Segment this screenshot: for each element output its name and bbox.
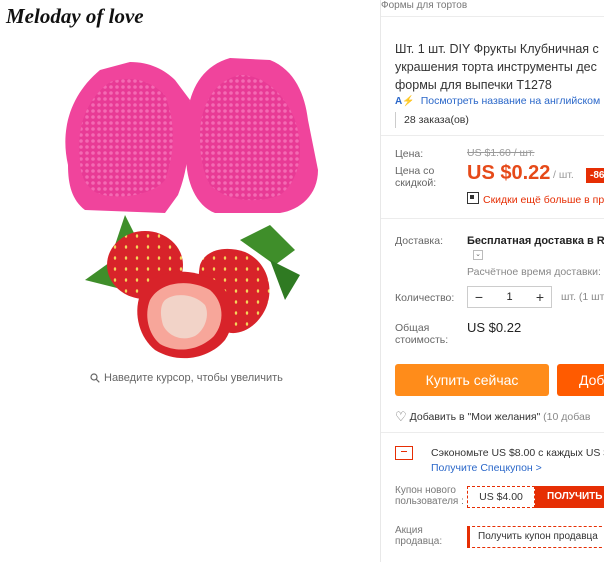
orders-count: 28 заказа(ов) — [395, 112, 469, 128]
divider-coupons — [381, 432, 604, 433]
total-value: US $0.22 — [467, 320, 522, 335]
quantity-decrease-button[interactable]: − — [468, 287, 490, 307]
shipping-label: Доставка: — [395, 235, 444, 247]
seller-promo-label: Акция продавца: — [395, 525, 443, 547]
quantity-input[interactable]: 1 — [490, 287, 529, 307]
qr-code-icon — [467, 192, 479, 204]
heart-icon: ♡ — [395, 409, 407, 424]
translate-icon: A⚡ — [395, 96, 415, 107]
translate-link[interactable]: A⚡ Посмотреть название на английском — [395, 95, 600, 107]
product-title-line-3: формы для выпечки T1278 — [395, 78, 552, 92]
current-price: US $0.22 — [467, 162, 551, 184]
quantity-stepper: − 1 + — [467, 286, 552, 308]
chevron-down-icon[interactable]: ⌄ — [473, 250, 483, 260]
delivery-estimate: Расчётное время доставки: — [467, 266, 601, 278]
quantity-units: шт. (1 шт — [561, 291, 604, 303]
brand-watermark: Meloday of love — [6, 4, 144, 28]
product-title-line-1: Шт. 1 шт. DIY Фрукты Клубничная с — [395, 42, 599, 56]
total-label: Общая стоимость: — [395, 322, 448, 346]
discount-price-label: Цена со скидкой: — [395, 165, 436, 189]
zoom-hint-text: Наведите курсор, чтобы увеличить — [104, 372, 283, 384]
get-coupon-button[interactable]: ПОЛУЧИТЬ — [535, 486, 604, 508]
wishlist-text: Добавить в "Мои желания" — [409, 411, 541, 423]
total-label-line-2: стоимость: — [395, 334, 449, 346]
coupon-save-text: Сэкономьте US $8.00 с каждых US $ — [431, 447, 604, 459]
product-image[interactable] — [0, 0, 380, 370]
product-title-line-2: украшения торта инструменты дес — [395, 60, 597, 74]
divider-top — [381, 16, 604, 17]
quantity-label: Количество: — [395, 292, 455, 304]
total-label-line-1: Общая — [395, 322, 430, 334]
divider-price — [381, 135, 604, 136]
product-details-panel: Формы для тортов Шт. 1 шт. DIY Фрукты Кл… — [381, 0, 604, 562]
app-promo-link[interactable]: Скидки ещё больше в пр — [467, 192, 604, 206]
zoom-hint: Наведите курсор, чтобы увеличить — [90, 372, 283, 386]
app-promo-text: Скидки ещё больше в пр — [483, 194, 604, 206]
discount-price-label-line-2: скидкой: — [395, 177, 437, 189]
discount-price-label-line-1: Цена со — [395, 165, 435, 177]
coupon-icon — [395, 446, 413, 460]
new-user-coupon-value: US $4.00 — [467, 486, 535, 508]
get-special-coupon-link[interactable]: Получите Спецкупон > — [431, 462, 542, 474]
discount-badge: -86% — [586, 168, 604, 183]
product-image-panel: Meloday of love Наведите курсор, чтобы у… — [0, 0, 380, 562]
buy-now-button[interactable]: Купить сейчас — [395, 364, 549, 396]
translate-link-text: Посмотреть название на английском — [420, 95, 601, 107]
new-user-coupon-label: Купон нового пользователя : — [395, 485, 464, 507]
add-to-wishlist-link[interactable]: ♡ Добавить в "Мои желания" (10 добав — [395, 409, 590, 425]
quantity-increase-button[interactable]: + — [529, 287, 551, 307]
old-price: US $1.60 / шт. — [467, 147, 535, 159]
get-seller-coupon-button[interactable]: Получить купон продавца — [467, 526, 604, 548]
price-unit: / шт. — [553, 169, 574, 181]
wishlist-count: (10 добав — [543, 411, 591, 423]
product-title: Шт. 1 шт. DIY Фрукты Клубничная с украше… — [395, 40, 604, 94]
breadcrumb[interactable]: Формы для тортов — [381, 0, 467, 11]
search-icon — [90, 373, 100, 386]
divider-shipping — [381, 218, 604, 219]
add-to-cart-button[interactable]: Доб — [557, 364, 604, 396]
shipping-value[interactable]: Бесплатная доставка в Ru — [467, 235, 604, 247]
price-label: Цена: — [395, 148, 424, 160]
